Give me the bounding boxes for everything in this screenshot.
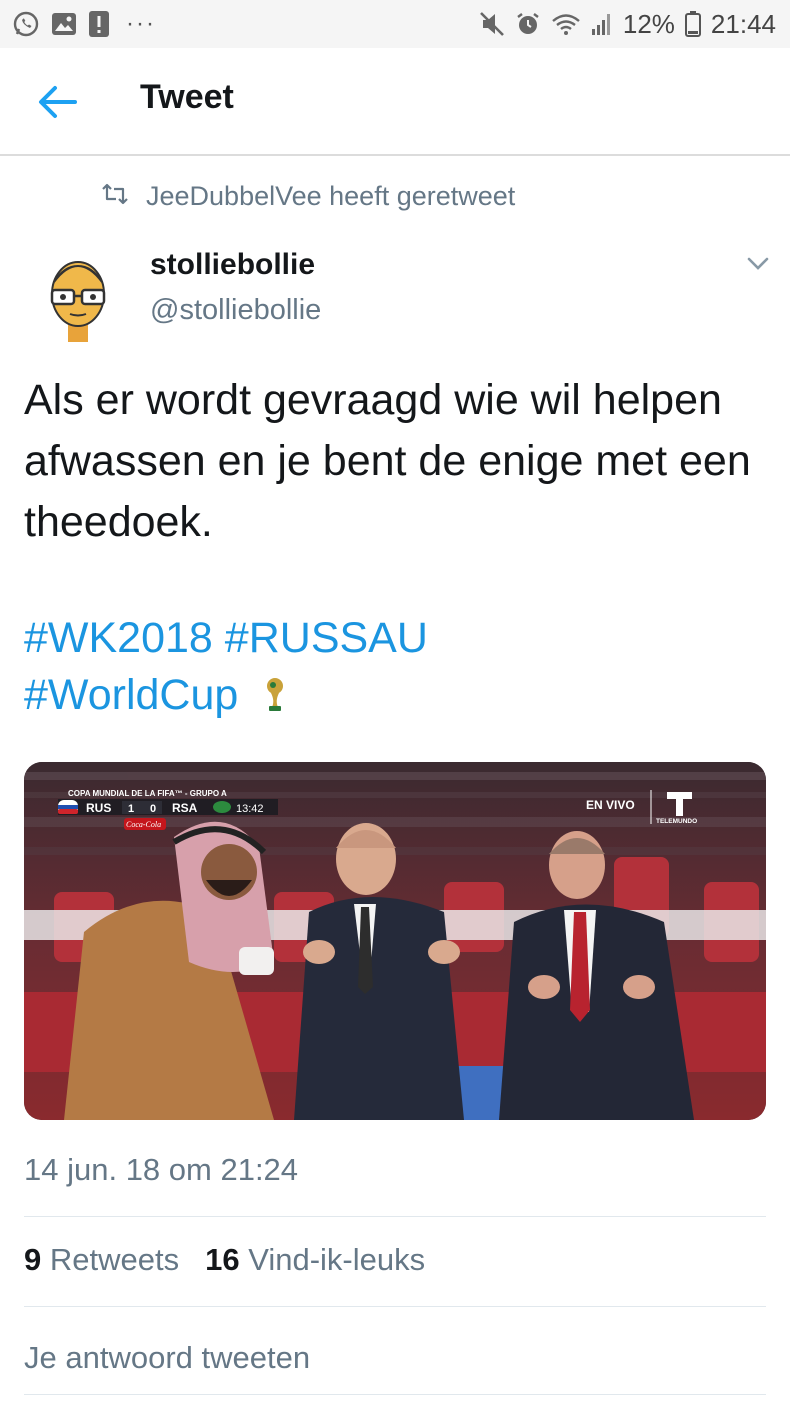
gallery-icon	[50, 11, 78, 37]
page-title: Tweet	[140, 78, 234, 116]
wifi-icon	[551, 12, 581, 36]
score-home: 1	[128, 803, 134, 815]
battery-percentage: 12%	[622, 8, 675, 39]
tweet-media-image[interactable]: COPA MUNDIAL DE LA FIFA™ - GRUPO A RUS 1…	[24, 762, 766, 1120]
tweet-text: Als er wordt gevraagd wie wil helpen afw…	[24, 376, 751, 546]
hashtag-link[interactable]: #RUSSAU	[225, 614, 428, 662]
likes-count: 16	[205, 1242, 240, 1277]
alert-icon	[88, 10, 110, 38]
retweets-count: 9	[24, 1242, 42, 1277]
top-app-bar: Tweet	[0, 48, 790, 156]
tweet-stats: 9 Retweets 16 Vind-ik-leuks	[24, 1242, 425, 1278]
hashtag-link[interactable]: #WK2018	[24, 614, 213, 662]
more-options-button[interactable]	[744, 252, 772, 276]
tweet-timestamp: 14 jun. 18 om 21:24	[24, 1152, 299, 1187]
whatsapp-icon	[12, 10, 40, 38]
world-cup-trophy-icon	[250, 671, 286, 719]
mute-icon	[479, 11, 505, 37]
chevron-down-icon	[747, 257, 769, 270]
signal-icon	[591, 12, 613, 36]
status-bar-left: ···	[12, 10, 156, 38]
live-label: EN VIVO	[586, 798, 635, 812]
back-arrow-icon	[39, 86, 77, 118]
likes-label: Vind-ik-leuks	[248, 1242, 426, 1277]
sponsor-logo: Coca-Cola	[126, 820, 161, 829]
status-bar: ··· 12% 21:44	[0, 0, 790, 48]
scorebug-title: COPA MUNDIAL DE LA FIFA™ - GRUPO A	[68, 789, 227, 798]
team-away: RSA	[172, 801, 198, 815]
retweet-icon	[100, 181, 130, 212]
hashtag-link[interactable]: #WorldCup	[24, 671, 238, 719]
retweeted-by[interactable]: JeeDubbelVee heeft geretweet	[100, 176, 515, 216]
match-clock: 13:42	[236, 803, 264, 815]
network-name: TELEMUNDO	[656, 818, 697, 825]
team-home: RUS	[86, 801, 111, 815]
divider	[24, 1216, 766, 1217]
retweeted-by-text: JeeDubbelVee heeft geretweet	[146, 180, 516, 211]
hashtags: #WK2018 #RUSSAU #WorldCup	[24, 610, 764, 724]
divider	[24, 1394, 766, 1395]
author-handle[interactable]: @stolliebollie	[150, 294, 321, 327]
author-name[interactable]: stolliebollie	[150, 248, 315, 282]
score-away: 0	[150, 803, 156, 815]
clock: 21:44	[710, 8, 776, 39]
more-notifications-indicator: ···	[126, 10, 156, 37]
likes-stat[interactable]: 16 Vind-ik-leuks	[205, 1242, 425, 1278]
avatar[interactable]	[40, 252, 116, 342]
battery-icon	[684, 11, 701, 37]
back-button[interactable]	[34, 82, 80, 122]
divider	[24, 1306, 766, 1307]
reply-input[interactable]: Je antwoord tweeten	[24, 1340, 310, 1376]
retweets-stat[interactable]: 9 Retweets	[24, 1242, 179, 1278]
status-bar-right: 12% 21:44	[479, 9, 776, 40]
retweets-label: Retweets	[49, 1242, 180, 1277]
alarm-icon	[515, 11, 541, 37]
